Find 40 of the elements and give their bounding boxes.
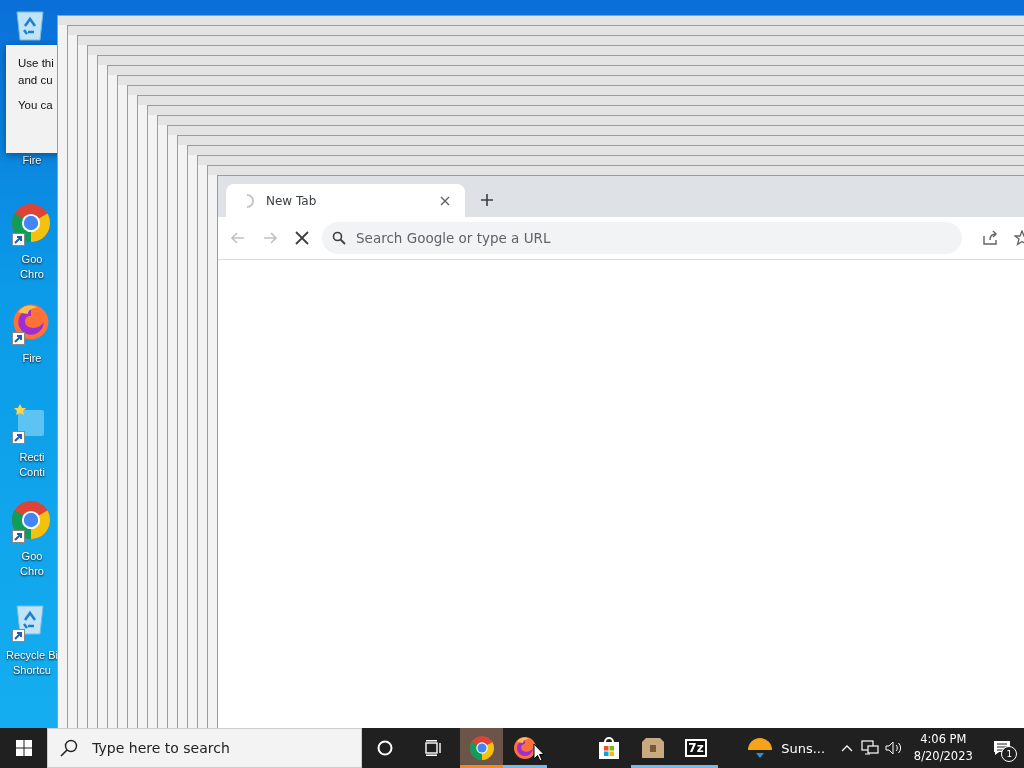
task-view-icon [423, 740, 442, 756]
browser-tab[interactable]: New Tab [226, 184, 465, 217]
desktop-icon-label: Fire [22, 153, 42, 168]
desktop-icon-label: Fire [22, 351, 42, 366]
search-icon [332, 231, 346, 245]
weather-text: Suns... [781, 740, 826, 756]
desktop-icon-label: Goo Chro [20, 252, 44, 282]
seven-zip-logo: 7z [685, 739, 707, 757]
store-bag-icon [598, 736, 621, 760]
chrome-icon [12, 501, 50, 539]
box-icon [640, 737, 665, 759]
popup-text: You ca [18, 98, 54, 113]
search-placeholder: Type here to search [92, 740, 230, 756]
chrome-icon [469, 736, 494, 760]
desktop-shortcut[interactable] [12, 501, 52, 541]
address-bar[interactable]: Search Google or type a URL [322, 222, 962, 254]
taskbar-app-button[interactable] [460, 728, 504, 768]
windows-logo-icon [15, 740, 32, 756]
taskbar-clock[interactable]: 4:06 PM 8/20/2023 [905, 731, 981, 765]
firefox-icon [12, 303, 50, 341]
desktop-icon-label: Goo Chro [20, 549, 44, 579]
address-placeholder: Search Google or type a URL [356, 230, 551, 246]
taskbar-app-button[interactable]: 7z [674, 728, 718, 768]
desktop-icon-label: Recycle Bi Shortcu [6, 648, 58, 678]
popup-text: Use thi and cu [18, 56, 55, 88]
firefox-icon [513, 736, 537, 760]
tab-title: New Tab [266, 193, 318, 208]
clock-date: 8/20/2023 [913, 748, 973, 765]
desktop-shortcut[interactable] [12, 204, 52, 244]
chrome-icon [12, 204, 50, 242]
taskbar-search-field[interactable]: Type here to search [47, 728, 362, 768]
search-icon [60, 739, 79, 757]
notifications-button[interactable]: 1 [980, 728, 1024, 768]
mouse-cursor-icon [533, 743, 545, 762]
clock-time: 4:06 PM [920, 731, 967, 748]
notification-count: 1 [1001, 746, 1018, 762]
desktop-icon-label: Recti Conti [19, 450, 45, 480]
circle-icon [377, 740, 394, 756]
sun-icon [747, 736, 774, 760]
weather-widget[interactable]: Suns... [739, 728, 834, 768]
